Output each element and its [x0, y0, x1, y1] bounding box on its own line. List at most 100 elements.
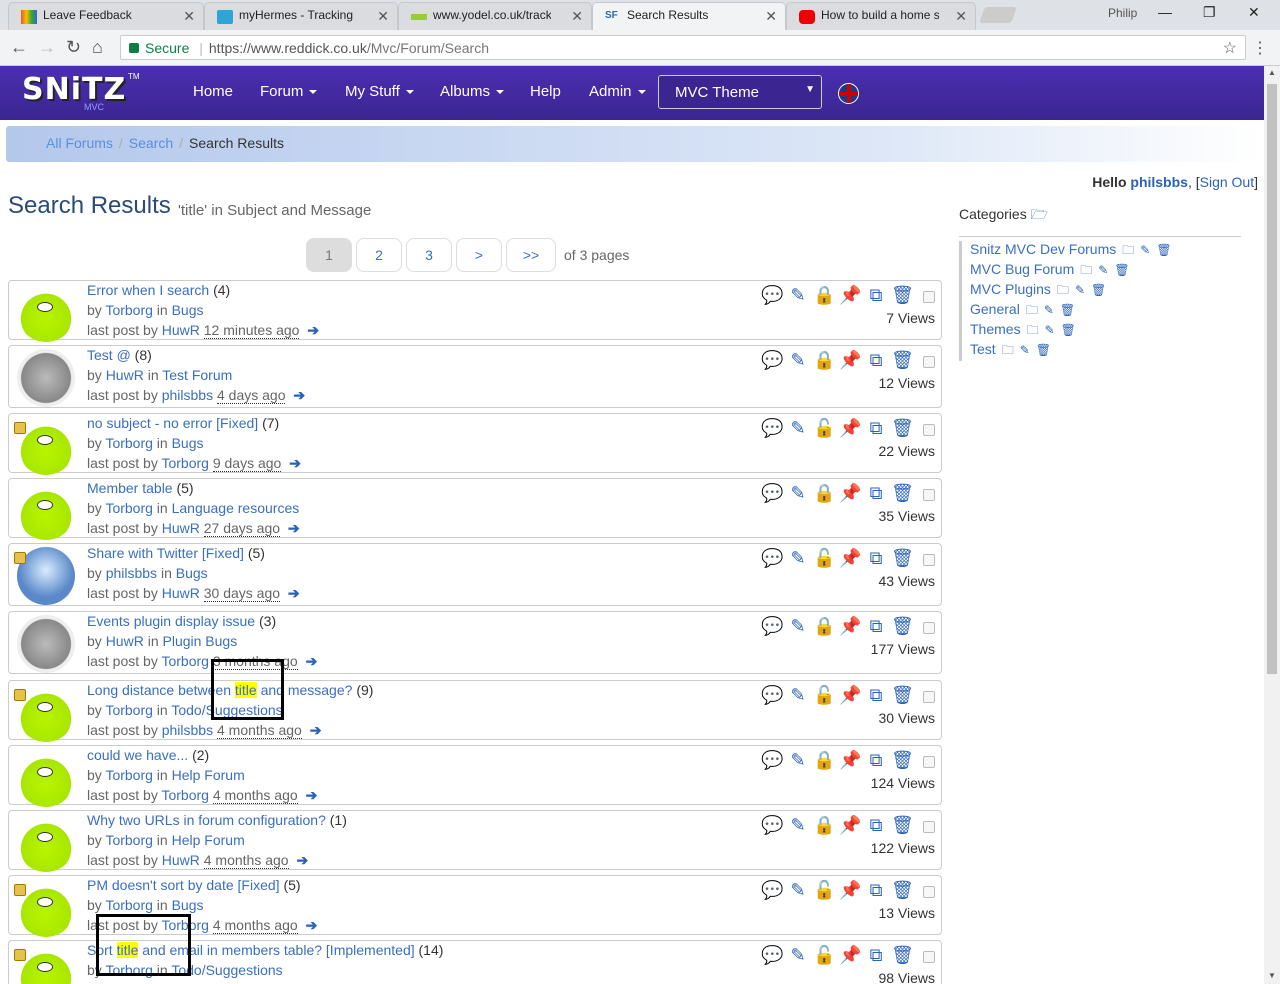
snitz-logo[interactable]: SNiTZ TM MVC	[22, 72, 140, 114]
move-topic-icon[interactable]: ⧉	[865, 418, 887, 438]
edit-icon[interactable]: ✎	[787, 880, 809, 900]
browser-tab-0[interactable]: Leave Feedback ✕	[8, 2, 204, 30]
lock-icon[interactable]: 🔒	[813, 815, 835, 835]
forum-link[interactable]: Plugin Bugs	[163, 633, 238, 649]
nav-mystuff[interactable]: My Stuff	[345, 83, 414, 100]
home-icon[interactable]: ⌂	[92, 37, 103, 58]
delete-icon[interactable]: 🗑	[891, 685, 914, 705]
select-topic-checkbox[interactable]	[923, 691, 935, 703]
lock-icon[interactable]: 🔒	[813, 350, 835, 370]
forum-link[interactable]: Language resources	[172, 500, 300, 516]
delete-icon[interactable]: 🗑	[891, 483, 914, 503]
nav-admin[interactable]: Admin	[589, 83, 646, 100]
delete-icon[interactable]: 🗑	[891, 285, 914, 305]
delete-icon[interactable]: 🗑	[891, 418, 914, 438]
move-topic-icon[interactable]: ⧉	[865, 880, 887, 900]
author-link[interactable]: Torborg	[105, 897, 152, 913]
nav-home[interactable]: Home	[193, 83, 233, 100]
go-to-last-post-icon[interactable]: ➔	[306, 653, 318, 669]
avatar[interactable]	[17, 349, 75, 407]
edit-icon[interactable]: ✎	[787, 815, 809, 835]
browser-tab-1[interactable]: myHermes - Tracking res ✕	[204, 2, 398, 30]
go-to-last-post-icon[interactable]: ➔	[306, 917, 318, 933]
category-link[interactable]: MVC Bug Forum	[970, 261, 1074, 277]
reply-icon[interactable]: 💬	[761, 483, 783, 503]
reply-icon[interactable]: 💬	[761, 285, 783, 305]
browser-profile-name[interactable]: Philip	[1108, 6, 1137, 20]
category-link[interactable]: MVC Plugins	[970, 281, 1051, 297]
author-link[interactable]: Torborg	[105, 767, 152, 783]
delete-icon[interactable]: 🗑	[891, 880, 914, 900]
page-button-3[interactable]: 3	[406, 238, 452, 272]
forum-link[interactable]: Bugs	[176, 565, 208, 581]
edit-icon[interactable]: ✎	[1045, 323, 1055, 337]
reply-icon[interactable]: 💬	[761, 750, 783, 770]
last-poster-link[interactable]: philsbbs	[162, 722, 213, 738]
browser-menu-icon[interactable]: ⋮	[1252, 38, 1268, 58]
go-to-last-post-icon[interactable]: ➔	[306, 787, 318, 803]
forum-link[interactable]: Help Forum	[172, 832, 245, 848]
move-topic-icon[interactable]: ⧉	[865, 685, 887, 705]
lock-icon[interactable]: 🔒	[813, 750, 835, 770]
move-topic-icon[interactable]: ⧉	[865, 548, 887, 568]
forum-link[interactable]: Bugs	[172, 302, 204, 318]
edit-icon[interactable]: ✎	[787, 945, 809, 965]
topic-title-link[interactable]: Error when I search	[87, 282, 209, 298]
last-poster-link[interactable]: HuwR	[162, 585, 200, 601]
breadcrumb-all-forums[interactable]: All Forums	[46, 135, 113, 151]
unlock-icon[interactable]: 🔓	[813, 418, 835, 438]
select-topic-checkbox[interactable]	[923, 622, 935, 634]
author-link[interactable]: philsbbs	[106, 565, 157, 581]
pin-icon[interactable]: 📌	[839, 815, 861, 835]
unlock-icon[interactable]: 🔓	[813, 880, 835, 900]
go-to-last-post-icon[interactable]: ➔	[310, 722, 322, 738]
pin-icon[interactable]: 📌	[839, 418, 861, 438]
reply-icon[interactable]: 💬	[761, 350, 783, 370]
author-link[interactable]: Torborg	[105, 832, 152, 848]
select-topic-checkbox[interactable]	[923, 424, 935, 436]
edit-icon[interactable]: ✎	[787, 685, 809, 705]
topic-title-link[interactable]: PM doesn't sort by date [Fixed]	[87, 877, 280, 893]
unlock-icon[interactable]: 🔓	[813, 945, 835, 965]
pin-icon[interactable]: 📌	[839, 285, 861, 305]
nav-forum[interactable]: Forum	[260, 83, 318, 100]
delete-icon[interactable]: 🗑	[1061, 323, 1076, 337]
pin-icon[interactable]: 📌	[839, 750, 861, 770]
topic-title-link[interactable]: could we have...	[87, 747, 188, 763]
edit-icon[interactable]: ✎	[1140, 243, 1150, 257]
page-button-1[interactable]: 1	[306, 238, 352, 272]
move-topic-icon[interactable]: ⧉	[865, 815, 887, 835]
folder-icon[interactable]: 🗀	[1027, 321, 1039, 342]
folder-icon[interactable]: 🗀	[1002, 341, 1014, 362]
greeting-username[interactable]: philsbbs	[1130, 174, 1188, 190]
pin-icon[interactable]: 📌	[839, 483, 861, 503]
edit-icon[interactable]: ✎	[787, 350, 809, 370]
forum-link[interactable]: Bugs	[172, 435, 204, 451]
folder-icon[interactable]: 🗀	[1057, 281, 1069, 302]
lock-icon[interactable]: 🔒	[813, 616, 835, 636]
uk-flag-icon[interactable]	[838, 83, 859, 104]
last-poster-link[interactable]: Torborg	[161, 455, 208, 471]
select-topic-checkbox[interactable]	[923, 756, 935, 768]
edit-icon[interactable]: ✎	[787, 616, 809, 636]
edit-icon[interactable]: ✎	[787, 483, 809, 503]
last-poster-link[interactable]: philsbbs	[162, 387, 213, 403]
bookmark-star-icon[interactable]: ☆	[1223, 38, 1237, 58]
move-topic-icon[interactable]: ⧉	[865, 350, 887, 370]
topic-title-link[interactable]: Share with Twitter [Fixed]	[87, 545, 244, 561]
scrollbar-thumb[interactable]	[1267, 84, 1277, 674]
last-poster-link[interactable]: Torborg	[161, 653, 208, 669]
url-field[interactable]: Secure | https://www.reddick.co.uk/Mvc/Fo…	[120, 35, 1246, 60]
forward-icon[interactable]: →	[38, 37, 56, 58]
edit-icon[interactable]: ✎	[1044, 303, 1054, 317]
author-link[interactable]: Torborg	[105, 435, 152, 451]
delete-icon[interactable]: 🗑	[1060, 303, 1075, 317]
pin-icon[interactable]: 📌	[839, 616, 861, 636]
avatar[interactable]	[17, 814, 75, 872]
lock-icon[interactable]: 🔒	[813, 483, 835, 503]
delete-icon[interactable]: 🗑	[891, 616, 914, 636]
author-link[interactable]: Torborg	[105, 702, 152, 718]
pin-icon[interactable]: 📌	[839, 685, 861, 705]
close-icon[interactable]: ✕	[183, 8, 195, 25]
select-topic-checkbox[interactable]	[923, 886, 935, 898]
